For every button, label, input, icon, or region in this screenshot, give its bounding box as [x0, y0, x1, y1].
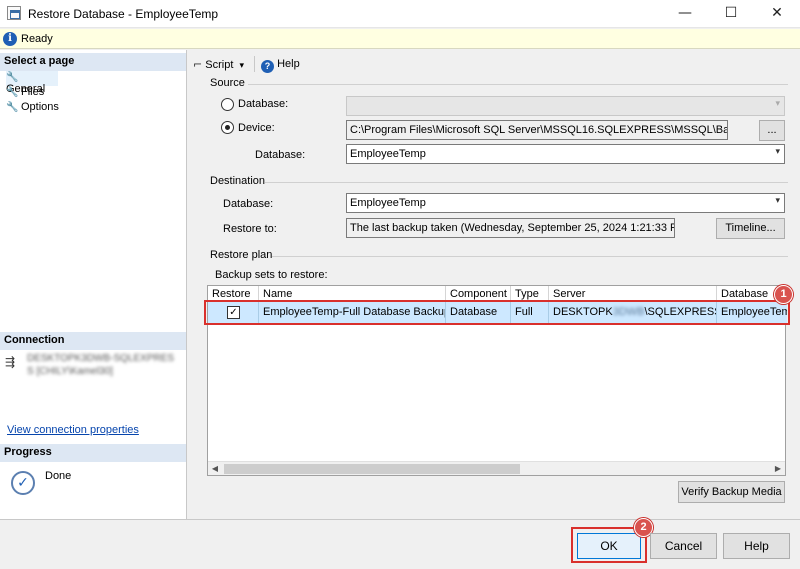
- device-radio[interactable]: [221, 121, 234, 134]
- cancel-button[interactable]: Cancel: [650, 533, 717, 559]
- restore-to-field[interactable]: The last backup taken (Wednesday, Septem…: [346, 218, 675, 238]
- script-label: Script: [205, 59, 234, 71]
- progress-header: Progress: [0, 444, 186, 462]
- restore-plan-group-label: Restore plan: [210, 249, 273, 261]
- info-icon: i: [3, 32, 17, 46]
- restore-plan-divider: [272, 256, 788, 257]
- device-path-field[interactable]: C:\Program Files\Microsoft SQL Server\MS…: [346, 120, 728, 140]
- page-general[interactable]: 🔧General: [6, 71, 58, 95]
- maximize-button[interactable]: ☐: [708, 0, 754, 28]
- help-button[interactable]: Help: [723, 533, 790, 559]
- check-done-icon: ✓: [11, 471, 35, 495]
- verify-backup-media-button[interactable]: Verify Backup Media: [678, 481, 785, 503]
- wrench-icon: 🔧: [6, 102, 19, 113]
- wrench-icon: 🔧: [6, 87, 19, 98]
- title-bar: Restore Database - EmployeeTemp — ☐ ✕: [0, 0, 800, 28]
- destination-database-label: Database:: [223, 198, 274, 210]
- source-divider: [248, 84, 788, 85]
- status-bar: i Ready: [0, 29, 800, 49]
- backup-sets-label: Backup sets to restore:: [215, 269, 328, 281]
- help-toolbar-button[interactable]: ? Help: [261, 58, 311, 73]
- device-radio-label: Device:: [238, 122, 275, 134]
- browse-device-button[interactable]: ...: [759, 120, 785, 141]
- chevron-down-icon: ▾: [775, 196, 780, 206]
- chevron-down-icon: ▾: [775, 147, 780, 157]
- close-button[interactable]: ✕: [754, 0, 800, 28]
- page-options-label: Options: [21, 101, 59, 113]
- view-connection-properties-link[interactable]: View connection properties: [7, 424, 139, 436]
- chevron-down-icon: ▾: [239, 61, 244, 71]
- source-backup-database-value: EmployeeTemp: [350, 148, 426, 160]
- page-options[interactable]: 🔧 Options: [6, 101, 59, 116]
- server-connection-icon: ⇶: [5, 355, 16, 369]
- help-label: Help: [277, 58, 300, 70]
- horizontal-scrollbar[interactable]: ◀ ▶: [208, 461, 785, 475]
- destination-database-dropdown[interactable]: EmployeeTemp ▾: [346, 193, 785, 213]
- source-database-dropdown[interactable]: ▾: [346, 96, 785, 116]
- help-icon: ?: [261, 60, 274, 73]
- database-radio-label: Database:: [238, 98, 289, 110]
- source-backup-database-dropdown[interactable]: EmployeeTemp ▾: [346, 144, 785, 164]
- connection-header: Connection: [0, 332, 186, 350]
- source-database-label: Database:: [255, 149, 306, 161]
- status-text: Ready: [21, 33, 53, 45]
- database-restore-icon: [7, 6, 21, 20]
- connection-server: DESKTOPK3DWB-SQLEXPRES: [27, 353, 175, 364]
- chevron-down-icon: ▾: [775, 99, 780, 109]
- script-icon: ⌐: [193, 58, 203, 71]
- select-page-header: Select a page: [0, 53, 186, 71]
- toolbar-separator: [254, 56, 255, 72]
- destination-divider: [265, 182, 788, 183]
- destination-database-value: EmployeeTemp: [350, 197, 426, 209]
- scroll-right-icon[interactable]: ▶: [771, 462, 785, 476]
- annotation-highlight-row: [204, 300, 790, 325]
- wrench-icon: 🔧: [6, 72, 19, 83]
- left-panel: Select a page 🔧General 🔧 Files 🔧 Options C…: [0, 50, 187, 519]
- restore-to-label: Restore to:: [223, 223, 277, 235]
- scrollbar-thumb[interactable]: [224, 464, 520, 474]
- source-group-label: Source: [210, 77, 245, 89]
- minimize-button[interactable]: —: [662, 0, 708, 28]
- page-files[interactable]: 🔧 Files: [6, 86, 44, 101]
- timeline-button[interactable]: Timeline...: [716, 218, 785, 239]
- annotation-callout-1: 1: [774, 285, 793, 304]
- page-files-label: Files: [21, 86, 45, 98]
- scroll-left-icon[interactable]: ◀: [208, 462, 222, 476]
- window-title: Restore Database - EmployeeTemp: [28, 7, 219, 21]
- progress-status: Done: [45, 470, 72, 482]
- database-radio[interactable]: [221, 98, 234, 111]
- script-button[interactable]: ⌐ Script ▾: [193, 58, 255, 71]
- destination-group-label: Destination: [210, 175, 266, 187]
- connection-user: S [CHILY\Kamel30]: [27, 366, 113, 377]
